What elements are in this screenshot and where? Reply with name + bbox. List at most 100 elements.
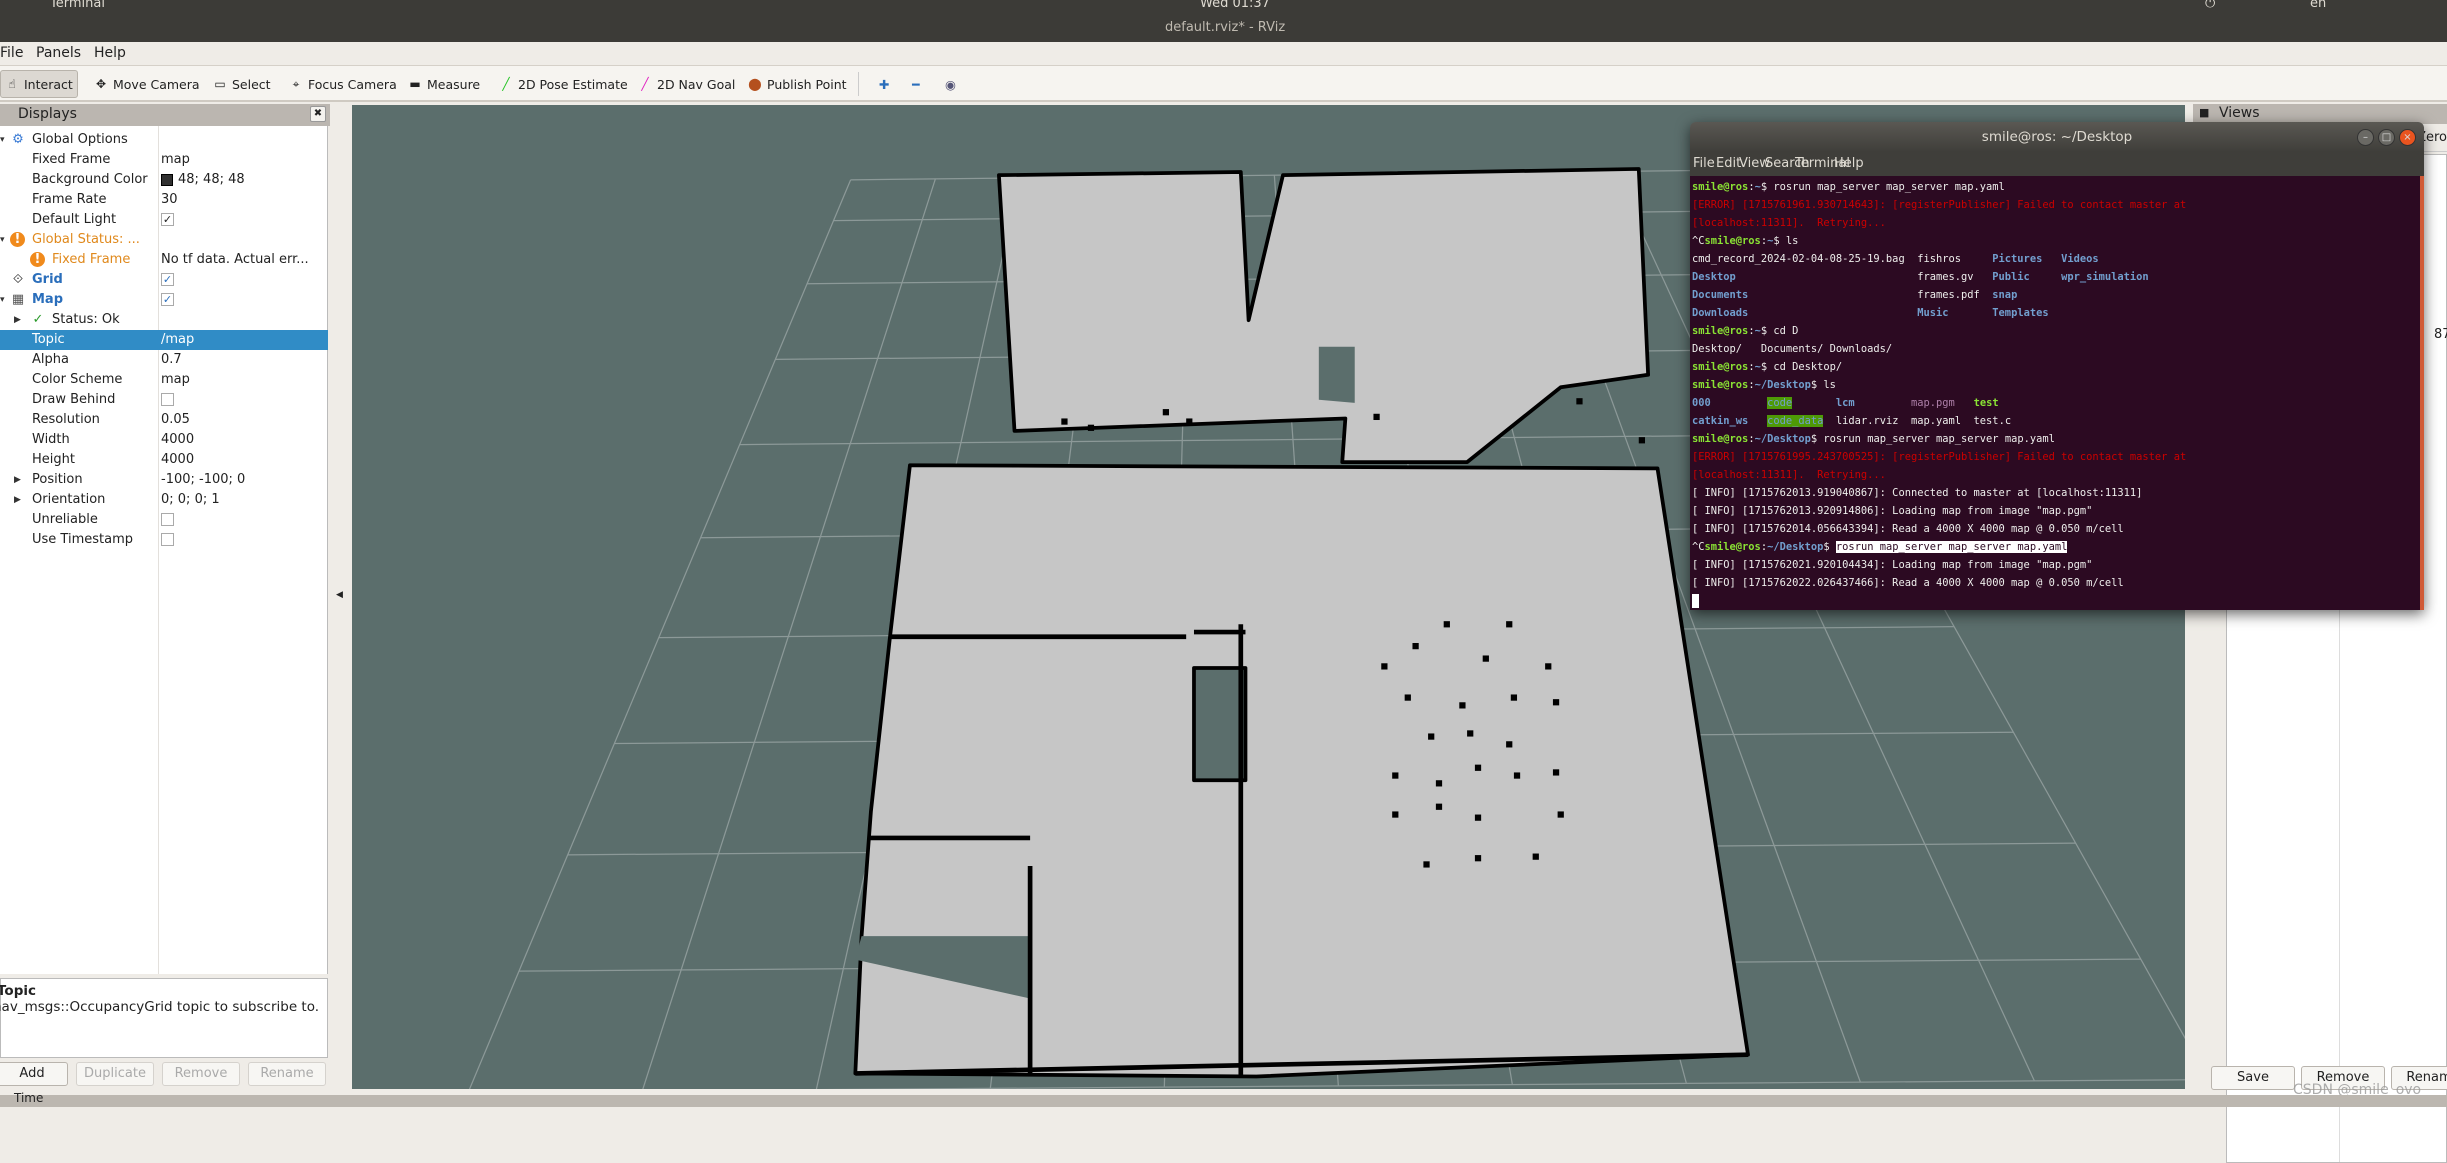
terminal-text-segment: [ INFO] [1715762013.920914806]: Loading …: [1692, 505, 2093, 517]
property-row-width[interactable]: Width 4000: [0, 430, 328, 450]
obstacle: [1506, 621, 1513, 628]
property-row-fixed-frame[interactable]: ! Fixed Frame No tf data. Actual err...: [0, 250, 328, 270]
property-value[interactable]: 0.05: [161, 410, 326, 430]
property-row-unreliable[interactable]: Unreliable: [0, 510, 328, 530]
property-value[interactable]: /map: [161, 330, 326, 350]
property-value-text: 0.7: [161, 352, 182, 367]
terminal-menu-edit[interactable]: Edit: [1716, 156, 1741, 171]
terminal-line: catkin_ws code_data lidar.rviz map.yaml …: [1692, 412, 2420, 430]
expand-right-icon[interactable]: ▶: [14, 490, 21, 510]
property-checkbox[interactable]: [161, 530, 326, 550]
menu-help[interactable]: Help: [94, 45, 126, 61]
maximize-icon[interactable]: □: [2378, 129, 2395, 146]
property-row-draw-behind[interactable]: Draw Behind: [0, 390, 328, 410]
obstacle: [1474, 814, 1482, 821]
property-row-use-timestamp[interactable]: Use Timestamp: [0, 530, 328, 550]
property-row-global-options[interactable]: ▾ ⚙ Global Options: [0, 130, 328, 150]
terminal-menu-help[interactable]: Help: [1834, 156, 1864, 171]
property-checkbox[interactable]: [161, 390, 326, 410]
power-indicator-icon[interactable]: ⏻: [2205, 0, 2215, 11]
property-checkbox[interactable]: ✓: [161, 270, 326, 290]
tool-label: Select: [232, 76, 271, 92]
terminal-text-segment: cmd_record_2024-02-04-08-25-19.bag fishr…: [1692, 253, 1993, 265]
property-checkbox[interactable]: [161, 510, 326, 530]
panel-splitter[interactable]: ◀: [332, 104, 350, 1094]
property-row-global-status-[interactable]: ▾! Global Status: ...: [0, 230, 328, 250]
duplicate-button[interactable]: Duplicate: [76, 1062, 154, 1086]
property-value[interactable]: map: [161, 370, 326, 390]
terminal-line: [ERROR] [1715761961.930714643]: [registe…: [1692, 196, 2420, 214]
tool-measure[interactable]: ▬ Measure: [404, 70, 484, 98]
property-row-alpha[interactable]: Alpha 0.7: [0, 350, 328, 370]
expand-right-icon[interactable]: ▶: [14, 310, 21, 330]
tool-select[interactable]: ▭ Select: [209, 70, 275, 98]
expand-down-icon[interactable]: ▾: [0, 290, 5, 310]
close-window-icon[interactable]: ×: [2399, 129, 2416, 146]
terminal-line: Desktop/ Documents/ Downloads/: [1692, 340, 2420, 358]
property-label: Draw Behind: [32, 392, 116, 407]
tool-2d-nav-goal[interactable]: ╱ 2D Nav Goal: [634, 70, 739, 98]
property-row-topic[interactable]: Topic/map: [0, 330, 328, 350]
property-row-fixed-frame[interactable]: Fixed Frame map: [0, 150, 328, 170]
property-checkbox[interactable]: ✓: [161, 210, 326, 230]
close-icon[interactable]: ✖: [310, 106, 326, 122]
property-row-grid[interactable]: ⟐ Grid ✓: [0, 270, 328, 290]
property-value[interactable]: No tf data. Actual err...: [161, 250, 326, 270]
map-pin-icon: ⬤: [748, 77, 762, 91]
language-indicator[interactable]: en: [2310, 0, 2326, 11]
color-swatch[interactable]: [161, 173, 173, 186]
view-eye-icon[interactable]: ◉: [941, 70, 960, 98]
property-value[interactable]: 0.7: [161, 350, 326, 370]
expand-right-icon[interactable]: ▶: [14, 470, 21, 490]
minimize-icon[interactable]: –: [2357, 129, 2374, 146]
property-row-frame-rate[interactable]: Frame Rate 30: [0, 190, 328, 210]
clock[interactable]: Wed 01:37: [1200, 0, 1270, 11]
property-checkbox[interactable]: ✓: [161, 290, 326, 310]
property-row-map[interactable]: ▾ ▦ Map ✓: [0, 290, 328, 310]
system-top-bar: Terminal Wed 01:37 ⏻ en default.rviz* - …: [0, 0, 2447, 42]
save-view-button[interactable]: Save: [2211, 1066, 2295, 1090]
property-value[interactable]: 0; 0; 0; 1: [161, 490, 326, 510]
expand-down-icon[interactable]: ▾: [0, 230, 5, 250]
property-row-position[interactable]: ▶ Position -100; -100; 0: [0, 470, 328, 490]
tool-2d-pose-estimate[interactable]: ╱ 2D Pose Estimate: [495, 70, 632, 98]
property-value[interactable]: 48; 48; 48: [161, 170, 326, 190]
property-value[interactable]: map: [161, 150, 326, 170]
property-row-status-ok[interactable]: ▶ ✓ Status: Ok: [0, 310, 328, 330]
property-value[interactable]: 4000: [161, 450, 326, 470]
property-row-orientation[interactable]: ▶ Orientation 0; 0; 0; 1: [0, 490, 328, 510]
terminal-menu-file[interactable]: File: [1693, 156, 1715, 171]
property-value[interactable]: 4000: [161, 430, 326, 450]
tool-focus-camera[interactable]: ⌖ Focus Camera: [285, 70, 401, 98]
tool-publish-point[interactable]: ⬤ Publish Point: [744, 70, 851, 98]
tool-move-camera[interactable]: ✥ Move Camera: [90, 70, 204, 98]
property-value[interactable]: 30: [161, 190, 326, 210]
terminal-text-segment: 000: [1692, 397, 1711, 409]
property-row-resolution[interactable]: Resolution 0.05: [0, 410, 328, 430]
zoom-in-icon[interactable]: ✚: [875, 70, 893, 98]
zoom-out-icon[interactable]: ━: [908, 70, 924, 98]
app-menu-terminal[interactable]: Terminal: [50, 0, 105, 11]
menu-file[interactable]: File: [0, 45, 23, 61]
add-button[interactable]: Add: [0, 1062, 68, 1086]
property-row-default-light[interactable]: Default Light ✓: [0, 210, 328, 230]
obstacle: [1557, 811, 1564, 818]
rename-button[interactable]: Rename: [248, 1062, 326, 1086]
property-row-height[interactable]: Height 4000: [0, 450, 328, 470]
obstacle: [1513, 772, 1521, 779]
property-row-background-color[interactable]: Background Color 48; 48; 48: [0, 170, 328, 190]
property-label: Global Status: ...: [32, 232, 140, 247]
collapse-left-icon[interactable]: ◀: [336, 590, 343, 600]
property-value[interactable]: -100; -100; 0: [161, 470, 326, 490]
remove-button[interactable]: Remove: [162, 1062, 240, 1086]
expand-down-icon[interactable]: ▾: [0, 130, 5, 150]
menu-panels[interactable]: Panels: [36, 45, 81, 61]
property-row-color-scheme[interactable]: Color Scheme map: [0, 370, 328, 390]
tool-interact[interactable]: ☝ Interact: [0, 70, 78, 98]
terminal-line: [ INFO] [1715762013.919040867]: Connecte…: [1692, 484, 2420, 502]
terminal-text-segment: snap: [1992, 289, 2018, 301]
terminal-window[interactable]: smile@ros: ~/Desktop – □ × File Edit View S…: [1690, 122, 2424, 610]
terminal-text-segment: smile@ros: [1692, 181, 1749, 193]
terminal-output[interactable]: smile@ros:~$ rosrun map_server map_serve…: [1690, 176, 2424, 610]
terminal-title-bar[interactable]: smile@ros: ~/Desktop – □ ×: [1690, 122, 2424, 152]
